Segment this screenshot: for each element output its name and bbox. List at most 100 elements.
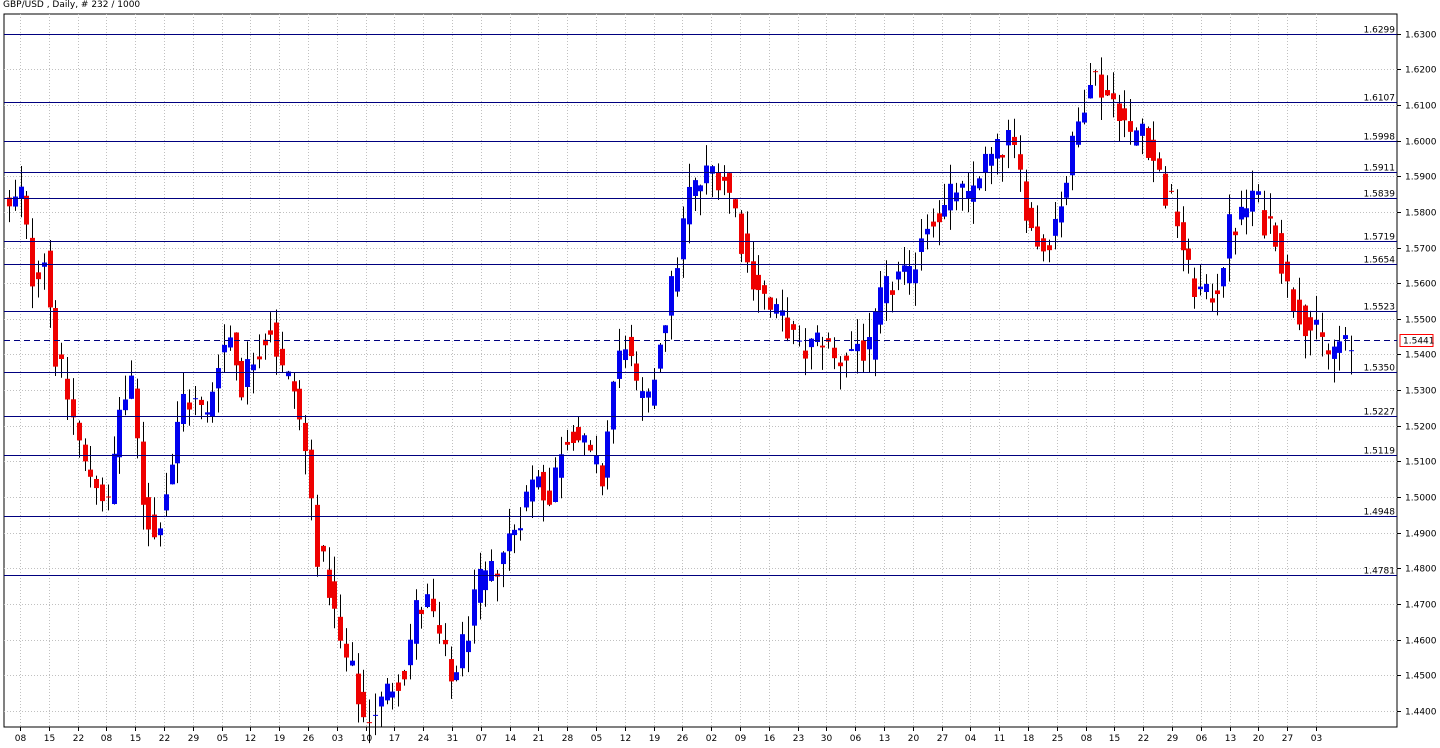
candle-body (222, 344, 227, 353)
candle-body (106, 496, 111, 498)
candle-body (1134, 130, 1139, 146)
candle-body (88, 469, 93, 477)
candle-body (1169, 190, 1174, 192)
candle-body (1146, 128, 1151, 158)
x-tick-label: 29 (1167, 734, 1179, 744)
candle-body (803, 350, 808, 359)
candle-body (902, 265, 907, 272)
candle-body (83, 444, 88, 462)
candle-body (652, 379, 657, 406)
candle-body (861, 340, 866, 361)
x-tick-label: 15 (44, 734, 55, 744)
candle-body (838, 362, 843, 367)
candle-body (698, 185, 703, 192)
candle-body (1198, 286, 1203, 290)
x-tick-label: 28 (562, 734, 574, 744)
candle-body (251, 364, 256, 371)
candle-body (1099, 74, 1104, 98)
candle-body (1303, 305, 1308, 337)
candle-body (245, 359, 250, 388)
candle-body (989, 153, 994, 166)
x-tick-label: 22 (159, 734, 170, 744)
x-tick-label: 15 (130, 734, 141, 744)
candle-body (1000, 155, 1005, 158)
candle-body (36, 272, 41, 280)
candle-body (309, 449, 314, 499)
level-label: 1.5998 (1364, 133, 1396, 143)
level-label: 1.5350 (1364, 364, 1396, 374)
candle-body (135, 388, 140, 439)
candle-body (390, 691, 395, 698)
candle-body (1337, 341, 1342, 353)
candle-body (1163, 173, 1168, 206)
candle-body (268, 330, 273, 335)
candle-body (768, 297, 773, 310)
x-tick-label: 23 (793, 734, 804, 744)
candle-body (541, 471, 546, 501)
level-label: 1.6299 (1364, 26, 1396, 36)
candle-body (216, 368, 221, 389)
candle-body (175, 421, 180, 464)
candle-body (501, 552, 506, 565)
candle-body (966, 190, 971, 199)
candle-body (844, 355, 849, 361)
candle-body (1349, 350, 1354, 352)
candle-body (1297, 299, 1302, 325)
candle-body (774, 304, 779, 314)
candle-body (890, 290, 895, 295)
y-tick-label: 1.5600 (1405, 280, 1437, 290)
x-tick-label: 08 (101, 734, 113, 744)
candle-body (960, 183, 965, 188)
candle-body (559, 454, 564, 478)
x-tick-label: 09 (735, 734, 747, 744)
y-tick-label: 1.4400 (1405, 708, 1437, 718)
candle-body (239, 360, 244, 398)
candle-body (321, 545, 326, 552)
candle-body (1186, 248, 1191, 260)
candle-body (518, 528, 523, 531)
candle-body (181, 393, 186, 425)
candle-body (733, 199, 738, 209)
level-label: 1.5839 (1364, 190, 1396, 200)
candle-body (344, 643, 349, 658)
x-tick-label: 15 (1109, 734, 1120, 744)
candle-body (1006, 130, 1011, 146)
candle-body (1192, 278, 1197, 298)
candle-body (745, 233, 750, 263)
candle-body (472, 589, 477, 626)
candle-body (129, 375, 134, 399)
candle-body (1244, 208, 1249, 218)
level-label: 1.6107 (1364, 94, 1396, 104)
x-tick-label: 03 (332, 734, 343, 744)
candle-body (785, 317, 790, 339)
candle-body (942, 204, 947, 217)
x-tick-label: 22 (1138, 734, 1149, 744)
candle-body (1117, 103, 1122, 121)
candle-body (1029, 207, 1034, 229)
candle-body (210, 391, 215, 417)
candle-body (257, 356, 262, 360)
x-tick-label: 18 (1023, 734, 1035, 744)
candle-body (675, 268, 680, 292)
level-label: 1.5654 (1364, 256, 1396, 266)
candle-body (30, 237, 35, 287)
candle-body (919, 238, 924, 252)
x-tick-label: 19 (649, 734, 661, 744)
plot-frame (3, 13, 1398, 728)
x-tick-label: 13 (1225, 734, 1236, 744)
y-tick-label: 1.5000 (1405, 494, 1437, 504)
candle-body (1279, 233, 1284, 274)
candle-body (1082, 112, 1087, 123)
candle-body (588, 444, 593, 451)
x-tick-label: 27 (1282, 734, 1293, 744)
candle-body (483, 570, 488, 591)
candle-body (385, 683, 390, 701)
candle-body (437, 625, 442, 634)
x-tick-label: 24 (418, 734, 430, 744)
candle-body (530, 479, 535, 502)
candle-body (913, 269, 918, 284)
candle-body (756, 274, 761, 291)
candle-body (576, 427, 581, 441)
candle-body (1343, 335, 1348, 340)
candle-body (1215, 290, 1220, 295)
